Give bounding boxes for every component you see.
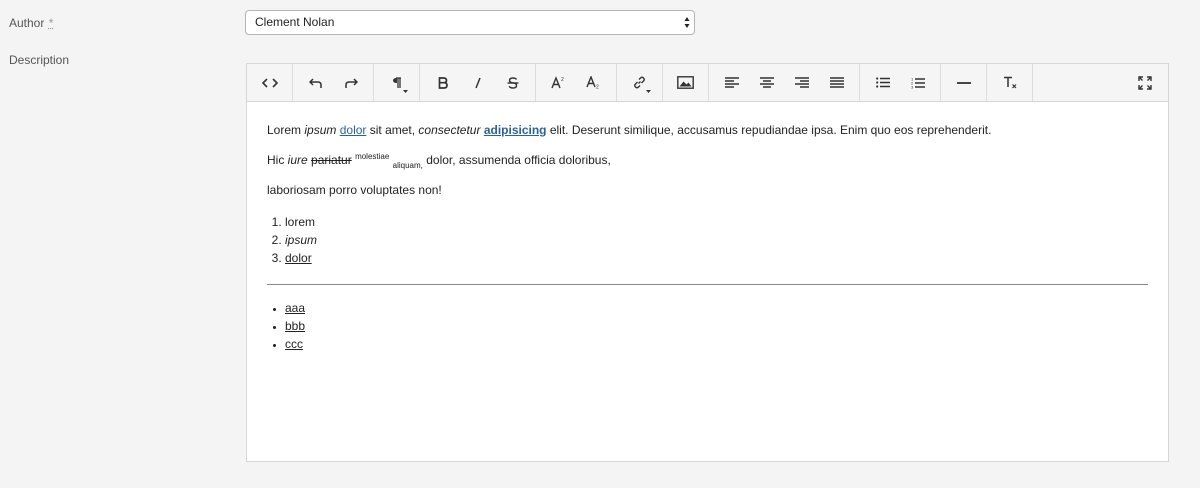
link-button[interactable] [622, 68, 657, 98]
image-button[interactable] [668, 68, 703, 98]
rich-text-editor[interactable]: 2 2 1 2 3 Lorem ipsum dolor sit amet, co… [246, 63, 1169, 462]
italic-text: consectetur [418, 123, 481, 137]
text-run: sit amet, [366, 123, 419, 137]
fullscreen-button[interactable] [1127, 68, 1162, 98]
superscript-text: molestiae [355, 152, 390, 161]
toolbar-group-link [617, 64, 663, 101]
toolbar-group-align [709, 64, 860, 101]
italic-button[interactable] [460, 68, 495, 98]
svg-text:2: 2 [561, 77, 564, 83]
description-label: Description [9, 53, 70, 67]
align-center-button[interactable] [749, 68, 784, 98]
chevron-down-icon [403, 89, 408, 93]
subscript-button[interactable]: 2 [576, 68, 611, 98]
paragraph-1: Lorem ipsum dolor sit amet, consectetur … [267, 123, 1148, 138]
align-center-icon [759, 77, 774, 88]
bullet-list: aaa bbb ccc [267, 299, 1148, 353]
required-asterisk: * [48, 16, 54, 30]
toolbar-group-clear [987, 64, 1033, 101]
bold-icon [438, 76, 448, 89]
numbered-list-icon: 123 [911, 77, 925, 89]
paragraph-format-icon [392, 76, 401, 88]
superscript-button[interactable]: 2 [541, 68, 576, 98]
align-justify-button[interactable] [819, 68, 854, 98]
toolbar-group-source [247, 64, 293, 101]
list-item-text: bbb [285, 319, 306, 333]
text-run: dolor, assumenda officia doloribus, [422, 153, 611, 167]
chevron-down-icon [646, 89, 651, 93]
author-select[interactable]: Clement Nolan [245, 10, 695, 35]
link-icon [634, 76, 645, 89]
list-item: bbb [285, 317, 1148, 335]
bullet-list-button[interactable] [865, 68, 900, 98]
toolbar-group-lists: 123 [860, 64, 941, 101]
source-code-icon [261, 77, 278, 88]
paragraph-format-button[interactable] [379, 68, 414, 98]
horizontal-rule [267, 284, 1148, 285]
bold-button[interactable] [425, 68, 460, 98]
toolbar-group-history [293, 64, 374, 101]
align-left-icon [724, 77, 739, 88]
list-item: lorem [285, 213, 1148, 231]
horizontal-rule-button[interactable] [946, 68, 981, 98]
toolbar-group-hr [941, 64, 987, 101]
clear-formatting-button[interactable] [992, 68, 1027, 98]
editor-content[interactable]: Lorem ipsum dolor sit amet, consectetur … [247, 102, 1168, 353]
svg-text:3: 3 [911, 84, 914, 89]
toolbar-group-format [374, 64, 420, 101]
link-dolor[interactable]: dolor [340, 123, 367, 137]
list-item: ipsum [285, 231, 1148, 249]
horizontal-rule-icon [956, 81, 971, 84]
list-item: dolor [285, 249, 1148, 267]
list-item-text: ipsum [285, 233, 318, 247]
bullet-list-icon [875, 77, 890, 88]
toolbar-group-script: 2 2 [536, 64, 617, 101]
paragraph-2: Hic iure pariatur molestiae aliquam, dol… [267, 152, 1148, 170]
undo-button[interactable] [298, 68, 333, 98]
source-code-button[interactable] [252, 68, 287, 98]
fullscreen-icon [1137, 75, 1152, 90]
paragraph-3: laboriosam porro voluptates non! [267, 183, 442, 197]
toolbar-group-image [663, 64, 709, 101]
strikethrough-button[interactable] [495, 68, 530, 98]
strikethrough-icon [507, 76, 518, 89]
align-right-button[interactable] [784, 68, 819, 98]
subscript-text: aliquam, [392, 161, 423, 170]
italic-text: iure [287, 153, 308, 167]
author-label-text: Author [9, 16, 45, 30]
editor-toolbar: 2 2 1 2 3 [247, 64, 1168, 102]
subscript-icon: 2 [586, 76, 599, 90]
list-item-text: ccc [285, 337, 303, 351]
list-item-text: lorem [285, 215, 316, 229]
author-select-value: Clement Nolan [255, 15, 335, 29]
svg-text:2: 2 [596, 85, 599, 90]
author-label: Author * [9, 16, 53, 30]
italic-icon [474, 77, 481, 88]
align-justify-icon [829, 77, 844, 88]
superscript-icon: 2 [551, 76, 564, 89]
strikethrough-text: pariatur [311, 153, 352, 167]
align-right-icon [794, 77, 809, 88]
toolbar-group-fullscreen [1122, 64, 1168, 101]
redo-button[interactable] [333, 68, 368, 98]
italic-text: ipsum [304, 123, 337, 137]
list-item: aaa [285, 299, 1148, 317]
clear-formatting-icon [1003, 76, 1016, 89]
numbered-list-button[interactable]: 123 [900, 68, 935, 98]
list-item-text: dolor [285, 251, 312, 265]
text-run: elit. Deserunt similique, accusamus repu… [546, 123, 992, 137]
ordered-list: lorem ipsum dolor [267, 213, 1148, 267]
list-item-text: aaa [285, 301, 306, 315]
link-adipisicing[interactable]: adipisicing [484, 123, 547, 137]
align-left-button[interactable] [714, 68, 749, 98]
toolbar-group-text-style [420, 64, 536, 101]
select-arrows-icon [684, 17, 690, 28]
image-icon [677, 76, 694, 89]
list-item: ccc [285, 335, 1148, 353]
undo-icon [308, 77, 322, 88]
text-run: Lorem [267, 123, 305, 137]
text-run: Hic [267, 153, 288, 167]
redo-icon [344, 77, 358, 88]
